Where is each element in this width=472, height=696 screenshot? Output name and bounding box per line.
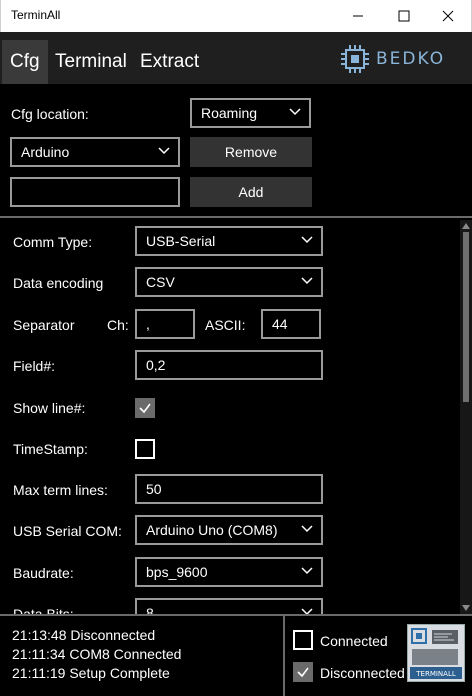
status-bar: 21:13:48 Disconnected 21:11:34 COM8 Conn… [0,614,472,696]
maximize-button[interactable] [381,0,427,32]
remove-button[interactable]: Remove [190,137,312,167]
settings-scrollbar[interactable] [460,220,472,614]
separator-ch-input[interactable]: , [135,309,195,339]
log-line: 21:13:48 Disconnected [12,627,156,643]
connected-checkbox[interactable] [293,630,313,650]
scroll-up-icon[interactable] [462,223,470,229]
window-title: TerminAll [11,8,61,22]
comm-type-label: Comm Type: [13,234,93,250]
connected-label: Connected [320,633,388,649]
chevron-down-icon [301,567,313,575]
new-cfg-name-input[interactable] [10,177,180,207]
tab-terminal[interactable]: Terminal [47,40,135,84]
disconnected-label: Disconnected [320,665,405,681]
separator-label: Separator [13,317,75,333]
data-encoding-value: CSV [146,274,175,290]
log-line: 21:11:19 Setup Complete [12,665,170,681]
minimize-icon [353,15,363,17]
show-line-checkbox[interactable] [135,398,155,418]
timestamp-checkbox[interactable] [135,439,155,459]
cfg-profile-value: Arduino [21,144,70,160]
timestamp-label: TimeStamp: [13,441,88,457]
terminall-logo-icon: TERMINALL [410,628,462,679]
checkmark-icon [297,667,309,678]
max-term-lines-label: Max term lines: [13,482,108,498]
maximize-icon [398,10,410,22]
cfg-location-panel: Cfg location: Roaming Arduino Remove Add [0,84,472,218]
baudrate-dropdown[interactable]: bps_9600 [135,557,323,587]
minimize-button[interactable] [335,0,381,32]
comm-type-dropdown[interactable]: USB-Serial [135,226,323,256]
cfg-profile-dropdown[interactable]: Arduino [10,137,180,167]
disconnected-checkbox[interactable] [293,662,313,682]
chip-icon [341,45,369,73]
close-icon [442,10,454,22]
comm-type-value: USB-Serial [146,233,216,249]
title-bar: TerminAll [0,0,472,32]
usb-serial-com-dropdown[interactable]: Arduino Uno (COM8) [135,515,323,545]
separator-ascii-label: ASCII: [205,317,246,333]
cfg-location-dropdown[interactable]: Roaming [190,98,311,128]
checkmark-icon [139,403,151,414]
chevron-down-icon [301,277,313,285]
separator-ascii-input[interactable]: 44 [261,309,321,339]
app-window: Cfg Terminal Extract BEDKO Cfg location:… [0,32,472,696]
data-bits-dropdown[interactable]: 8 [135,598,323,614]
chevron-down-icon [289,108,301,116]
data-encoding-label: Data encoding [13,275,104,291]
usb-serial-com-value: Arduino Uno (COM8) [146,522,278,538]
chevron-down-icon [158,147,170,155]
bedko-logo: BEDKO [340,40,445,78]
chevron-down-icon [301,236,313,244]
scrollbar-thumb[interactable] [463,232,469,402]
app-icon-text: TERMINALL [415,670,456,678]
status-log: 21:13:48 Disconnected 21:11:34 COM8 Conn… [12,626,181,683]
data-bits-value: 8 [146,605,154,614]
cfg-location-value: Roaming [201,105,258,121]
logo-text: BEDKO [376,49,446,69]
baudrate-value: bps_9600 [146,564,208,580]
cfg-location-label: Cfg location: [11,106,89,122]
max-term-lines-input[interactable]: 50 [135,474,323,504]
field-label: Field#: [13,358,56,374]
usb-serial-com-label: USB Serial COM: [13,523,122,539]
separator-ch-label: Ch: [107,317,129,333]
close-button[interactable] [425,0,471,32]
terminall-app-icon: TERMINALL [407,624,465,682]
log-line: 21:11:34 COM8 Connected [12,646,182,662]
status-divider [283,616,285,696]
show-line-label: Show line#: [13,400,86,416]
tab-bar: Cfg Terminal Extract BEDKO [0,32,472,84]
chevron-down-icon [301,525,313,533]
baudrate-label: Baudrate: [13,565,74,581]
settings-scroll-area[interactable]: Comm Type: USB-Serial Data encoding CSV … [0,220,472,614]
tab-extract[interactable]: Extract [132,40,207,84]
field-input[interactable]: 0,2 [135,350,323,380]
tab-cfg[interactable]: Cfg [2,40,48,84]
scroll-down-icon[interactable] [462,605,470,611]
data-encoding-dropdown[interactable]: CSV [135,267,323,297]
data-bits-label: Data Bits: [13,606,74,614]
add-button[interactable]: Add [190,177,312,207]
